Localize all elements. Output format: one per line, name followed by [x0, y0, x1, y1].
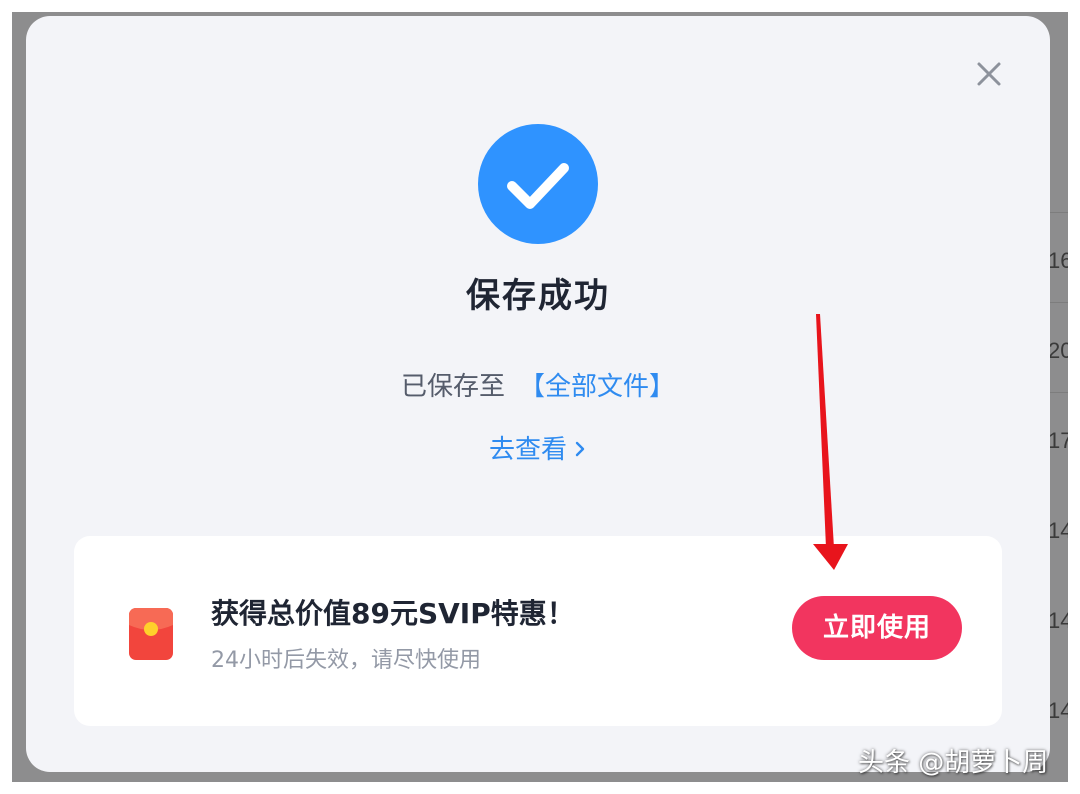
promo-title: 获得总价值89元SVIP特惠！	[211, 597, 575, 630]
success-badge	[478, 124, 598, 244]
use-now-button[interactable]: 立即使用	[792, 596, 962, 660]
background-row-number: 20	[1048, 338, 1068, 363]
screenshot-frame: 16 20 17 14 14 14 保存成功 已保存至 【全部文件】 去查看 获…	[12, 12, 1068, 782]
saved-prefix: 已保存至	[400, 372, 505, 402]
background-row-number: 16	[1048, 248, 1068, 273]
saved-location-line: 已保存至 【全部文件】	[26, 366, 1050, 403]
background-row-number: 17	[1048, 428, 1068, 453]
red-envelope-icon	[129, 608, 173, 660]
save-success-dialog: 保存成功 已保存至 【全部文件】 去查看 获得总价值89元SVIP特惠！ 24小时…	[26, 16, 1050, 772]
background-row-number: 14	[1048, 608, 1068, 633]
all-files-link[interactable]: 【全部文件】	[519, 372, 675, 402]
view-files-row: 去查看	[26, 429, 1050, 466]
background-row-number: 14	[1048, 698, 1068, 723]
svip-promo-card: 获得总价值89元SVIP特惠！ 24小时后失效，请尽快使用 立即使用	[74, 536, 1002, 726]
view-files-label: 去查看	[488, 435, 567, 465]
background-row-number: 14	[1048, 518, 1068, 543]
dialog-title: 保存成功	[466, 276, 610, 316]
chevron-right-icon	[573, 440, 587, 458]
view-files-link[interactable]: 去查看	[489, 435, 587, 465]
close-button[interactable]	[971, 56, 1007, 92]
checkmark-icon	[507, 163, 569, 209]
watermark: 头条 @胡萝卜周	[858, 748, 1049, 778]
close-icon	[977, 62, 1001, 86]
promo-subtitle: 24小时后失效，请尽快使用	[211, 648, 481, 673]
